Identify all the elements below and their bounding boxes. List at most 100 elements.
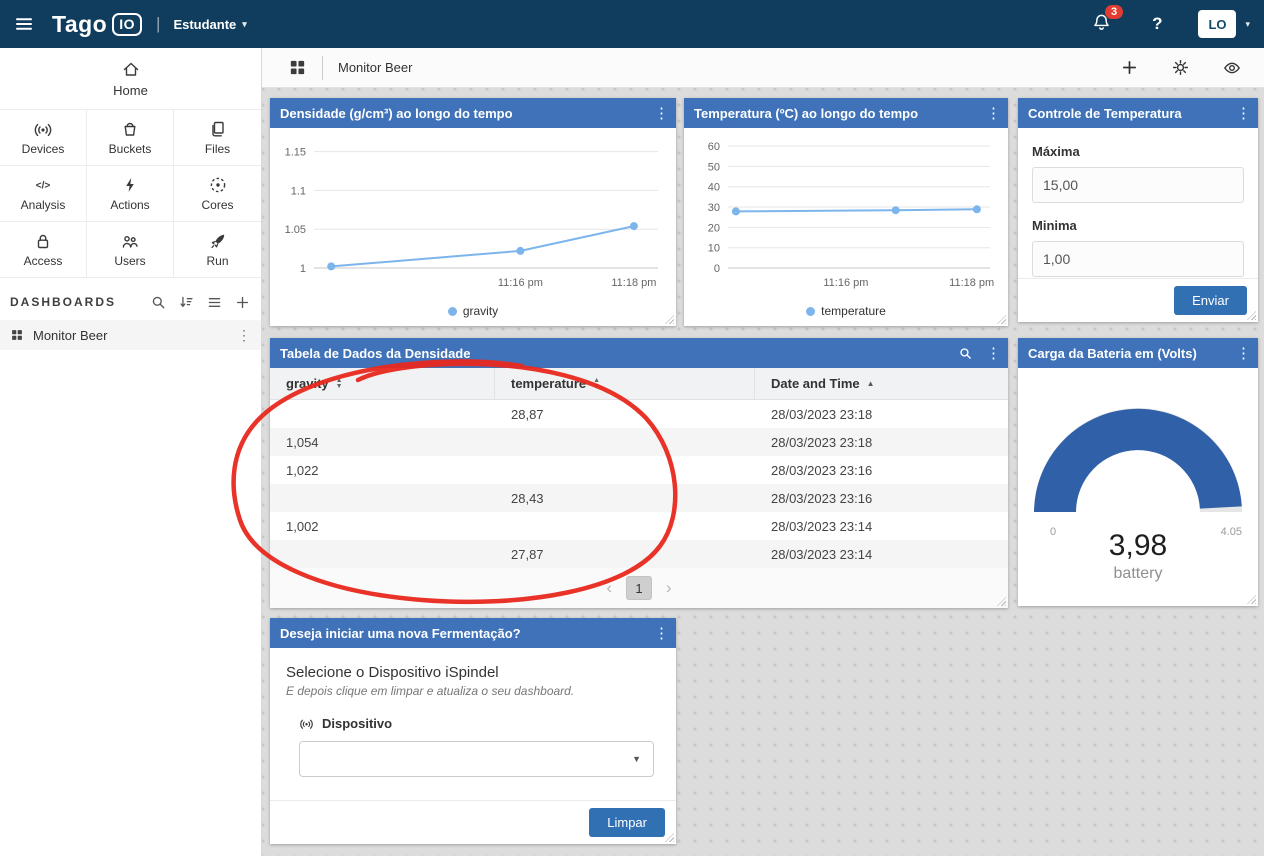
gear-icon[interactable] [1171,58,1190,77]
chevron-down-icon: ▼ [632,754,641,764]
kebab-menu-icon[interactable]: ⋮ [1236,104,1251,122]
sidebar-item-label: Devices [21,142,65,156]
sidebar-dashboard-monitor-beer[interactable]: Monitor Beer ⋮ [0,320,261,350]
tagoio-logo[interactable]: Tago IO [52,11,143,38]
sidebar-item-devices[interactable]: Devices [0,110,87,166]
widget-title: Carga da Bateria em (Volts) [1028,345,1197,361]
svg-text:11:16 pm: 11:16 pm [823,277,868,289]
sidebar-item-buckets[interactable]: Buckets [87,110,174,166]
prev-page-button[interactable]: ‹ [606,578,612,598]
code-icon: </> [36,181,51,192]
sidebar-item-label: Run [206,254,229,268]
control-widget-header: Controle de Temperatura ⋮ [1018,98,1258,128]
density-legend[interactable]: gravity [270,304,676,318]
sidebar-item-label: Actions [110,198,150,212]
density-chart[interactable]: 1 1.05 1.1 1.15 11:16 pm 11:18 pm [270,128,676,296]
clear-button[interactable]: Limpar [589,808,665,837]
list-view-icon[interactable] [206,294,223,311]
sidebar: Home Devices Buckets Files </> Analysis … [0,48,262,856]
temperature-legend[interactable]: temperature [684,304,1008,318]
battery-body: 0 4.05 3,98 battery [1018,368,1258,606]
add-dashboard-icon[interactable] [234,294,251,311]
avatar-chevron-down-icon[interactable]: ▾ [1245,19,1250,30]
column-header-temperature[interactable]: temperature ▲ ▼ [495,368,755,399]
bucket-icon [124,122,136,136]
table-cell: 28/03/2023 23:16 [771,490,873,506]
help-button[interactable]: ? [1152,14,1162,34]
kebab-menu-icon[interactable]: ⋮ [986,344,1001,362]
sidebar-item-users[interactable]: Users [87,222,174,278]
search-icon[interactable] [958,346,973,361]
lightning-icon [126,178,134,192]
svg-text:30: 30 [708,202,720,214]
temperature-chart[interactable]: 0 10 20 30 40 50 60 11:16 pm 11:18 pm [684,128,1008,296]
widget-title: Tabela de Dados da Densidade [280,345,471,361]
rocket-icon [210,234,224,249]
table-row: 1,022 28/03/2023 23:16 [270,456,1008,484]
fermentation-widget-footer: Limpar [270,800,676,844]
svg-text:</>: </> [36,181,51,192]
density-widget-header: Densidade (g/cm³) ao longo do tempo ⋮ [270,98,676,128]
min-input[interactable] [1032,241,1244,277]
battery-widget: Carga da Bateria em (Volts) ⋮ 0 4.05 3,9… [1018,338,1258,606]
dashboard-canvas: Densidade (g/cm³) ao longo do tempo ⋮ 11… [262,88,1264,856]
notifications-button[interactable]: 3 [1091,5,1124,36]
sidebar-item-files[interactable]: Files [174,110,261,166]
sidebar-item-actions[interactable]: Actions [87,166,174,222]
page-number-button[interactable]: 1 [626,576,652,600]
device-field-label: Dispositivo [299,716,654,731]
account-dropdown[interactable]: Estudante ▾ [173,17,246,32]
device-select[interactable]: ▼ [299,741,654,777]
svg-text:0: 0 [714,263,720,275]
fermentation-widget-header: Deseja iniciar uma nova Fermentação? ⋮ [270,618,676,648]
table-row: 1,002 28/03/2023 23:14 [270,512,1008,540]
kebab-menu-icon[interactable]: ⋮ [237,327,251,344]
sidebar-item-label: Buckets [108,142,152,156]
max-input[interactable] [1032,167,1244,203]
sidebar-item-label: Access [23,254,63,268]
dashboard-grid-icon [12,330,22,340]
sidebar-item-home[interactable]: Home [0,48,261,110]
devices-icon [34,123,52,137]
svg-text:1.1: 1.1 [291,185,306,197]
sort-icon[interactable] [178,294,195,311]
svg-text:11:16 pm: 11:16 pm [498,277,543,289]
kebab-menu-icon[interactable]: ⋮ [986,104,1001,122]
sidebar-item-run[interactable]: Run [174,222,261,278]
kebab-menu-icon[interactable]: ⋮ [654,624,669,642]
table-cell: 28,87 [511,406,544,422]
table-row: 1,054 28/03/2023 23:18 [270,428,1008,456]
dashboard-name: Monitor Beer [33,327,108,343]
send-button[interactable]: Enviar [1174,286,1247,315]
kebab-menu-icon[interactable]: ⋮ [654,104,669,122]
min-label: Minima [1032,218,1077,233]
gauge-min-label: 0 [1050,526,1057,538]
svg-text:11:18 pm: 11:18 pm [949,277,994,289]
eye-icon[interactable] [1222,58,1242,78]
sidebar-item-label: Files [204,142,231,156]
column-header-datetime[interactable]: Date and Time ▲ [755,368,1008,399]
search-icon[interactable] [150,294,167,311]
avatar[interactable]: LO [1198,10,1237,38]
sidebar-item-cores[interactable]: Cores [174,166,261,222]
svg-text:1: 1 [300,263,306,275]
sidebar-item-analysis[interactable]: </> Analysis [0,166,87,222]
dashboard-grid-icon[interactable] [288,58,307,77]
sort-asc-icon: ▲ [866,379,875,388]
table-widget-header: Tabela de Dados da Densidade ⋮ [270,338,1008,368]
sort-both-icon: ▲ ▼ [335,376,343,390]
add-widget-icon[interactable] [1120,58,1139,77]
kebab-menu-icon[interactable]: ⋮ [1236,344,1251,362]
max-label: Máxima [1032,144,1080,159]
notification-badge: 3 [1104,5,1124,19]
battery-gauge [1026,392,1250,522]
density-widget: Densidade (g/cm³) ao longo do tempo ⋮ 11… [270,98,676,326]
table-cell: 1,054 [286,434,319,450]
svg-text:40: 40 [708,182,720,194]
sidebar-item-access[interactable]: Access [0,222,87,278]
widget-title: Densidade (g/cm³) ao longo do tempo [280,105,513,121]
next-page-button[interactable]: › [666,578,672,598]
column-header-gravity[interactable]: gravity ▲ ▼ [270,368,495,399]
table-cell: 28/03/2023 23:16 [771,462,873,478]
hamburger-menu-icon[interactable] [14,14,34,34]
